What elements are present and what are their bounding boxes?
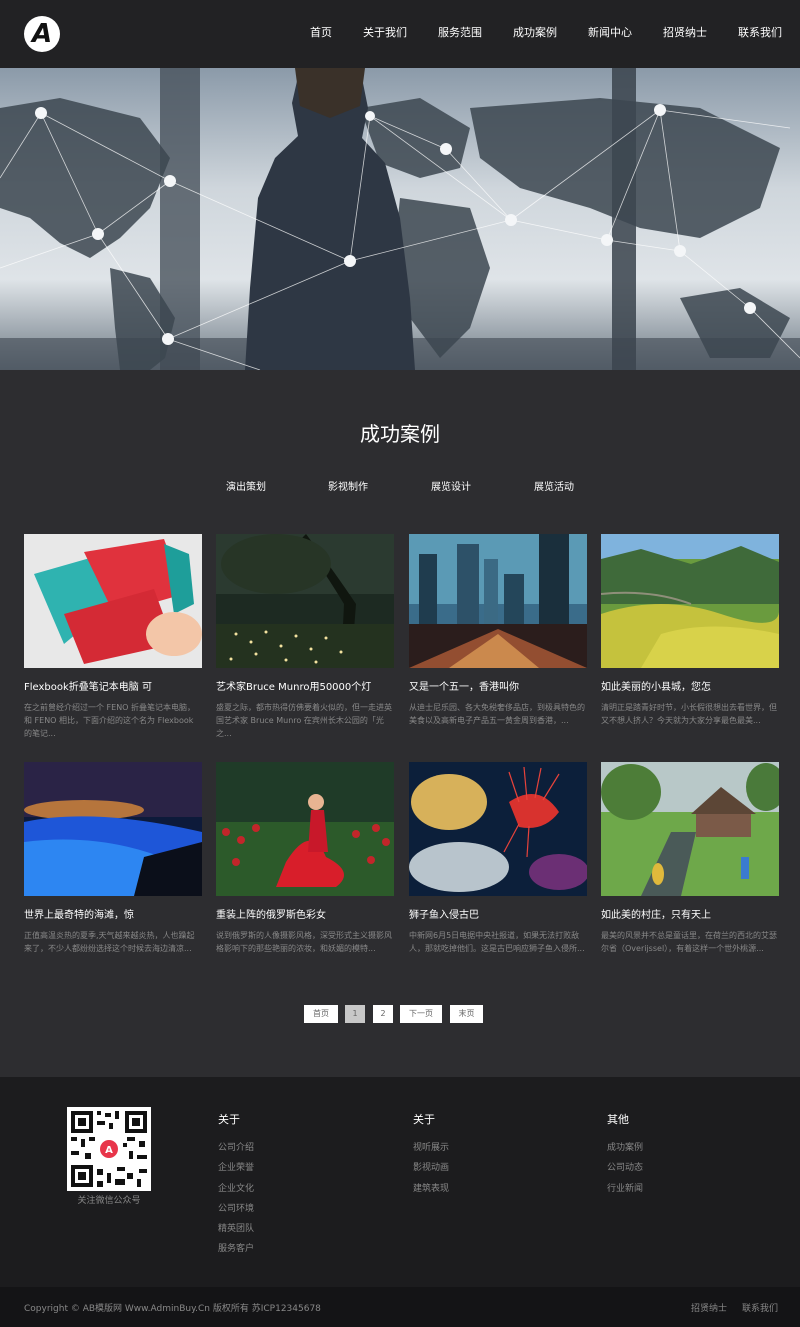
pager-page-1[interactable]: 1 bbox=[345, 1005, 365, 1023]
glowing-beach-image bbox=[24, 762, 202, 896]
nav-item-home[interactable]: 首页 bbox=[310, 24, 332, 40]
logo-letter: A bbox=[31, 19, 53, 49]
footer-link[interactable]: 公司环境 bbox=[218, 1204, 254, 1214]
case-title: 狮子鱼入侵古巴 bbox=[409, 910, 479, 921]
case-card[interactable]: 世界上最奇特的海滩，惊 正值高温炎热的夏季,天气越来越炎热，人也躁起来了，不少人… bbox=[24, 762, 202, 978]
qr-logo-letter: A bbox=[105, 1145, 113, 1156]
tab-film-production[interactable]: 影视制作 bbox=[328, 478, 368, 493]
footer-link[interactable]: 企业文化 bbox=[218, 1184, 254, 1194]
pager-last[interactable]: 末页 bbox=[450, 1005, 483, 1023]
tab-exhibition-design[interactable]: 展览设计 bbox=[431, 478, 471, 493]
case-description: 盛夏之际，都市热得仿佛要着火似的，但一走进英国艺术家 Bruce Munro 在… bbox=[216, 703, 392, 738]
cases-section: 成功案例 演出策划 影视制作 展览设计 展览活动 Flexbook折叠笔记本电脑… bbox=[0, 370, 800, 1077]
flexbook-laptop-image bbox=[24, 534, 202, 668]
footer-link[interactable]: 企业荣誉 bbox=[218, 1163, 254, 1173]
main-nav: 首页 关于我们 服务范围 成功案例 新闻中心 招贤纳士 联系我们 bbox=[310, 24, 782, 40]
case-card[interactable]: 如此美丽的小县城，您怎 清明正是踏青好时节，小长假很想出去看世界，但又不想人挤人… bbox=[601, 534, 779, 750]
pager-page-2[interactable]: 2 bbox=[373, 1005, 393, 1023]
section-title: 成功案例 bbox=[360, 422, 440, 446]
nav-item-jobs[interactable]: 招贤纳士 bbox=[663, 24, 707, 40]
nav-item-services[interactable]: 服务范围 bbox=[438, 24, 482, 40]
hero-banner bbox=[0, 68, 800, 370]
case-card[interactable]: 艺术家Bruce Munro用50000个灯 盛夏之际，都市热得仿佛要着火似的，… bbox=[216, 534, 394, 750]
case-title: 又是一个五一，香港叫你 bbox=[409, 682, 519, 693]
case-description: 最美的风景并不总是童话里，在荷兰的西北的艾瑟尔省（Overijssel），有着这… bbox=[601, 931, 777, 953]
footer-link[interactable]: 影视动画 bbox=[413, 1163, 449, 1173]
hong-kong-city-image bbox=[409, 534, 587, 668]
footer-link[interactable]: 公司介绍 bbox=[218, 1143, 254, 1153]
footer-link[interactable]: 精英团队 bbox=[218, 1224, 254, 1234]
case-card[interactable]: 如此美的村庄，只有天上 最美的风景并不总是童话里，在荷兰的西北的艾瑟尔省（Ove… bbox=[601, 762, 779, 978]
footer-link[interactable]: 成功案例 bbox=[607, 1143, 643, 1153]
case-title: 如此美丽的小县城，您怎 bbox=[601, 682, 711, 693]
footer-link[interactable]: 行业新闻 bbox=[607, 1184, 643, 1194]
footer-link[interactable]: 服务客户 bbox=[218, 1244, 254, 1254]
case-title: 艺术家Bruce Munro用50000个灯 bbox=[216, 682, 372, 693]
footer-column-heading: 关于 bbox=[218, 1113, 240, 1126]
footer-link[interactable]: 建筑表现 bbox=[413, 1184, 449, 1194]
tab-performance-planning[interactable]: 演出策划 bbox=[226, 478, 266, 493]
bottom-link-contact[interactable]: 联系我们 bbox=[742, 1301, 778, 1314]
russian-portrait-image bbox=[216, 762, 394, 896]
pager-first[interactable]: 首页 bbox=[304, 1005, 338, 1023]
footer-column-about: 关于 公司介绍 企业荣誉 企业文化 公司环境 精英团队 服务客户 bbox=[218, 1111, 254, 1265]
wechat-qr-code: A bbox=[67, 1107, 151, 1191]
case-description: 说到俄罗斯的人像摄影风格，深受形式主义摄影风格影响下的那些艳丽的浓妆，和妖媚的模… bbox=[216, 931, 392, 953]
footer-column-other: 其他 成功案例 公司动态 行业新闻 bbox=[607, 1111, 643, 1204]
footer-link[interactable]: 公司动态 bbox=[607, 1163, 643, 1173]
nav-item-about[interactable]: 关于我们 bbox=[363, 24, 407, 40]
case-description: 清明正是踏青好时节，小长假很想出去看世界，但又不想人挤人？今天就为大家分享最色最… bbox=[601, 703, 777, 725]
case-description: 从迪士尼乐园、各大免税奢侈品店，到极具特色的美食以及高新电子产品五一黄金周到香港… bbox=[409, 703, 585, 725]
tab-exhibition-events[interactable]: 展览活动 bbox=[534, 478, 574, 493]
nav-item-cases[interactable]: 成功案例 bbox=[513, 24, 557, 40]
nav-item-contact[interactable]: 联系我们 bbox=[738, 24, 782, 40]
pager-next[interactable]: 下一页 bbox=[400, 1005, 442, 1023]
case-description: 在之前曾经介绍过一个 FENO 折叠笔记本电脑，和 FENO 相比，下面介绍的这… bbox=[24, 703, 196, 738]
bottom-link-jobs[interactable]: 招贤纳士 bbox=[691, 1301, 727, 1314]
case-title: Flexbook折叠笔记本电脑 可 bbox=[24, 682, 152, 693]
case-description: 中新网6月5日电据中央社报道，如果无法打败敌人，那就吃掉他们。这是古巴响应狮子鱼… bbox=[409, 931, 585, 953]
village-canal-image bbox=[601, 762, 779, 896]
site-logo[interactable]: A bbox=[24, 16, 60, 52]
nav-item-news[interactable]: 新闻中心 bbox=[588, 24, 632, 40]
footer-column-heading: 其他 bbox=[607, 1113, 629, 1126]
footer-column-heading: 关于 bbox=[413, 1113, 435, 1126]
case-title: 重装上阵的俄罗斯色彩女 bbox=[216, 910, 326, 921]
case-card[interactable]: Flexbook折叠笔记本电脑 可 在之前曾经介绍过一个 FENO 折叠笔记本电… bbox=[24, 534, 202, 750]
copyright-text: Copyright © AB模版网 Www.AdminBuy.Cn 版权所有 苏… bbox=[24, 1304, 321, 1314]
world-map-network-image bbox=[0, 68, 800, 370]
case-description: 正值高温炎热的夏季,天气越来越炎热，人也躁起来了，不少人都纷纷选择这个时候去海边… bbox=[24, 931, 195, 953]
case-card[interactable]: 狮子鱼入侵古巴 中新网6月5日电据中央社报道，如果无法打败敌人，那就吃掉他们。这… bbox=[409, 762, 587, 978]
footer-column-media: 关于 视听展示 影视动画 建筑表现 bbox=[413, 1111, 449, 1204]
bottom-bar: Copyright © AB模版网 Www.AdminBuy.Cn 版权所有 苏… bbox=[0, 1287, 800, 1327]
case-title: 如此美的村庄，只有天上 bbox=[601, 910, 711, 921]
site-header: A 首页 关于我们 服务范围 成功案例 新闻中心 招贤纳士 联系我们 bbox=[0, 0, 800, 68]
site-footer: A 关注微信公众号 关于 公司介绍 企业荣誉 企业文化 公司环境 精英团队 服务… bbox=[0, 1077, 800, 1287]
footer-link[interactable]: 视听展示 bbox=[413, 1143, 449, 1153]
bottom-links: 招贤纳士 联系我们 bbox=[676, 1301, 778, 1314]
case-card[interactable]: 重装上阵的俄罗斯色彩女 说到俄罗斯的人像摄影风格，深受形式主义摄影风格影响下的那… bbox=[216, 762, 394, 978]
terraced-fields-image bbox=[601, 534, 779, 668]
case-card[interactable]: 又是一个五一，香港叫你 从迪士尼乐园、各大免税奢侈品店，到极具特色的美食以及高新… bbox=[409, 534, 587, 750]
qr-caption: 关注微信公众号 bbox=[77, 1196, 141, 1206]
lionfish-image bbox=[409, 762, 587, 896]
field-of-lights-image bbox=[216, 534, 394, 668]
case-title: 世界上最奇特的海滩，惊 bbox=[24, 910, 134, 921]
